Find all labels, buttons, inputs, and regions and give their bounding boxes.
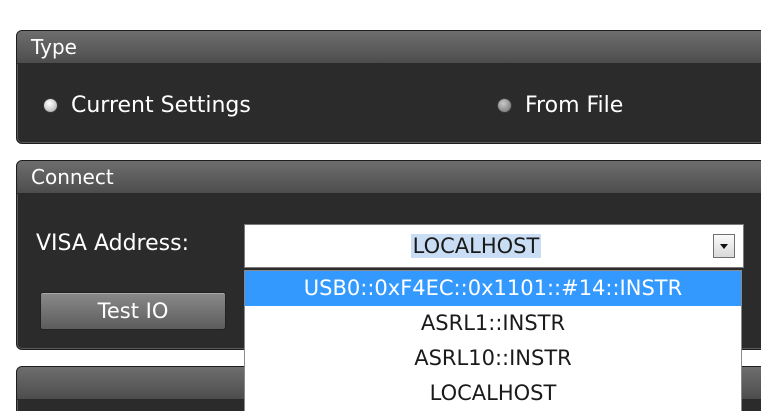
radio-from-file[interactable]: From File xyxy=(498,89,623,121)
visa-address-label: VISA Address: xyxy=(36,231,189,256)
visa-address-combobox[interactable]: LOCALHOST xyxy=(244,224,744,268)
chevron-down-icon[interactable] xyxy=(713,234,735,258)
visa-address-dropdown[interactable]: USB0::0xF4EC::0x1101::#14::INSTR ASRL1::… xyxy=(244,270,742,411)
type-group-title: Type xyxy=(17,31,761,64)
radio-unselected-icon xyxy=(498,98,511,112)
radio-current-settings[interactable]: Current Settings xyxy=(44,89,251,121)
dropdown-item[interactable]: USB0::0xF4EC::0x1101::#14::INSTR xyxy=(245,271,741,306)
dropdown-item[interactable]: ASRL10::INSTR xyxy=(245,341,741,376)
dropdown-item[interactable]: ASRL1::INSTR xyxy=(245,306,741,341)
visa-address-value[interactable]: LOCALHOST xyxy=(245,225,707,267)
radio-from-file-label: From File xyxy=(525,92,624,118)
test-io-button[interactable]: Test IO xyxy=(40,292,226,330)
type-group: Type xyxy=(16,30,761,144)
radio-selected-icon xyxy=(44,98,57,112)
visa-address-selected-text: LOCALHOST xyxy=(410,234,542,258)
dropdown-item[interactable]: LOCALHOST xyxy=(245,376,741,411)
radio-current-settings-label: Current Settings xyxy=(71,92,251,118)
connect-group-title: Connect xyxy=(17,161,761,194)
dialog-canvas: Type Current Settings From File Connect … xyxy=(0,0,761,411)
